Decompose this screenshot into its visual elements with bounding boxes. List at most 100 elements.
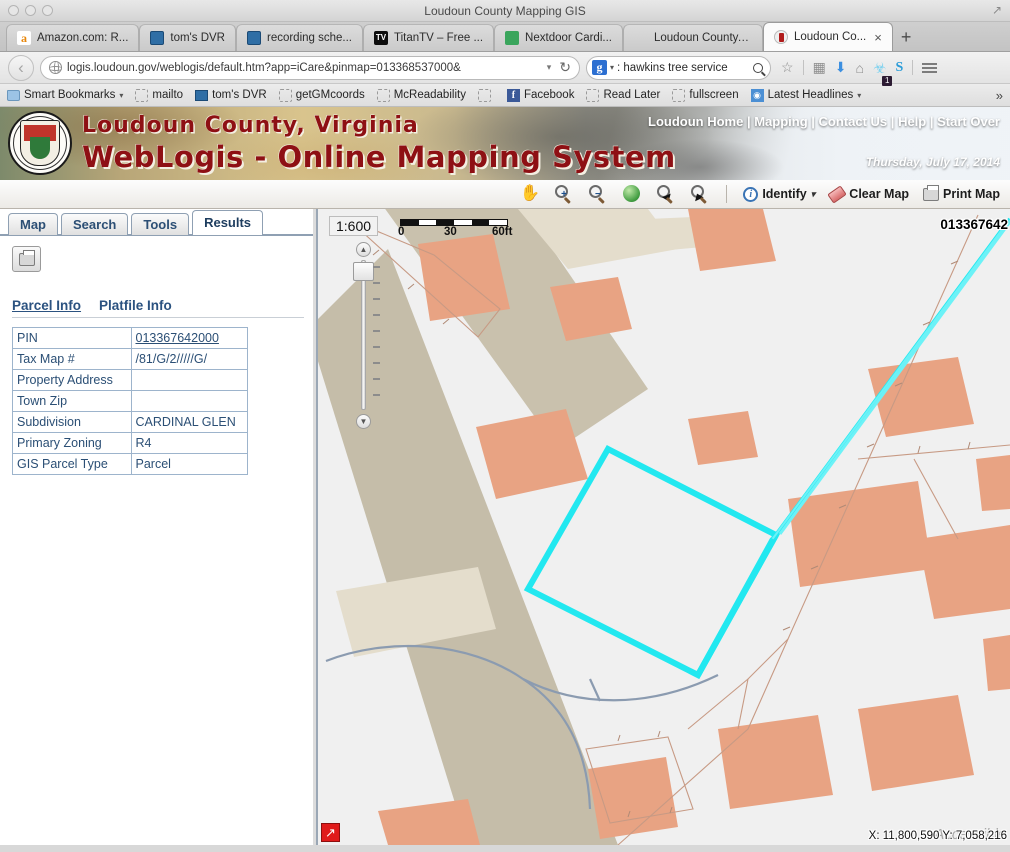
sidebar-print-button[interactable] (12, 246, 41, 272)
skype-icon[interactable]: S (895, 60, 903, 76)
window-zoom-button[interactable] (42, 5, 53, 16)
bookmark-facebook[interactable]: f Facebook (507, 89, 575, 102)
link-start-over[interactable]: Start Over (937, 114, 1000, 129)
home-icon[interactable]: ⌂ (856, 60, 864, 76)
bookmark-unnamed[interactable] (478, 89, 495, 102)
chevron-down-icon[interactable]: ▾ (811, 189, 816, 200)
slider-down-icon[interactable]: ▼ (356, 414, 371, 429)
sub-tab-parcel-info[interactable]: Parcel Info (12, 298, 81, 313)
bookmark-read-later[interactable]: Read Later (586, 89, 660, 102)
tab-map[interactable]: Map (8, 213, 58, 235)
search-input[interactable]: : hawkins tree service (617, 62, 750, 74)
chevron-down-icon[interactable]: ▾ (119, 91, 123, 100)
banner-title-line1: Loudoun County, Virginia (82, 113, 676, 138)
link-separator: | (747, 114, 751, 129)
download-arrow-icon[interactable]: ⬇ (835, 59, 847, 76)
blank-favicon (377, 89, 390, 102)
bookmark-smart-bookmarks[interactable]: Smart Bookmarks ▾ (7, 89, 123, 101)
sidebar-scrollbar[interactable] (313, 209, 316, 845)
window-controls[interactable] (8, 5, 53, 16)
browser-tab-4[interactable]: Nextdoor Cardi... (494, 24, 623, 51)
browser-tab-6-active[interactable]: Loudoun Co... × (763, 22, 893, 51)
link-mapping[interactable]: Mapping (754, 114, 807, 129)
map-canvas[interactable]: 1:600 0 30 60ft ▲ ▼ 013 (318, 209, 1010, 845)
google-search-icon[interactable]: g (592, 60, 607, 75)
browser-tab-0[interactable]: a Amazon.com: R... (6, 24, 139, 51)
tab-tools[interactable]: Tools (131, 213, 189, 235)
browser-tab-3[interactable]: TV TitanTV – Free ... (363, 24, 494, 51)
link-contact-us[interactable]: Contact Us (819, 114, 888, 129)
slider-thumb-icon[interactable] (353, 262, 374, 281)
bookmark-label: Smart Bookmarks (24, 89, 115, 101)
chevron-down-icon[interactable]: ▾ (547, 62, 552, 73)
zoom-previous-icon[interactable]: ◀ (656, 184, 676, 204)
browser-tab-2[interactable]: recording sche... (236, 24, 363, 51)
zoom-slider-ticks (373, 266, 380, 410)
reader-list-icon[interactable]: ▦ (813, 59, 826, 76)
map-zoom-slider[interactable]: ▲ ▼ (345, 242, 385, 432)
browser-tab-5[interactable]: Loudoun County, Vi... (623, 24, 763, 51)
zoom-next-icon[interactable]: ▶ (690, 184, 710, 204)
bookmark-star-icon[interactable]: ☆ (781, 59, 794, 76)
blank-favicon (586, 89, 599, 102)
browser-tab-1[interactable]: tom's DVR (139, 24, 236, 51)
bookmark-fullscreen[interactable]: fullscreen (672, 89, 738, 102)
print-map-button[interactable]: Print Map (923, 187, 1000, 201)
clear-map-button[interactable]: Clear Map (829, 187, 909, 201)
monitor-favicon (150, 31, 164, 45)
sub-tab-platfile-info[interactable]: Platfile Info (99, 298, 172, 313)
table-row: Property Address (13, 370, 248, 391)
tab-search[interactable]: Search (61, 213, 128, 235)
search-icon[interactable] (753, 63, 763, 73)
scalebar-bar (400, 219, 508, 226)
resize-corner-icon[interactable]: ↗ (992, 4, 1005, 17)
banner-date: Thursday, July 17, 2014 (866, 155, 1000, 169)
facebook-favicon: f (507, 89, 520, 102)
row-key: Town Zip (13, 391, 132, 412)
chevron-down-icon[interactable]: ▾ (857, 91, 861, 100)
row-key: Tax Map # (13, 349, 132, 370)
new-tab-button[interactable]: + (901, 27, 912, 48)
search-bar[interactable]: g ▾ : hawkins tree service (586, 56, 771, 80)
bookmark-toms-dvr[interactable]: tom's DVR (195, 89, 267, 101)
bookmark-getgmcoords[interactable]: getGMcoords (279, 89, 365, 102)
row-key: Primary Zoning (13, 433, 132, 454)
identify-button[interactable]: i Identify ▾ (743, 187, 815, 202)
bookmark-mailto[interactable]: mailto (135, 89, 183, 102)
slider-up-icon[interactable]: ▲ (356, 242, 371, 257)
window-minimize-button[interactable] (25, 5, 36, 16)
row-value: Parcel (131, 454, 248, 475)
building (688, 209, 776, 271)
gis-toolbar: ✋ + − ◀ ▶ i Identify ▾ Clear Map Print M… (0, 180, 1010, 209)
browser-navbar: ‹ logis.loudoun.gov/weblogis/default.htm… (0, 52, 1010, 84)
tab-close-icon[interactable]: × (874, 30, 882, 45)
url-bar[interactable]: logis.loudoun.gov/weblogis/default.htm?a… (40, 56, 580, 80)
tab-results[interactable]: Results (192, 210, 263, 235)
reload-icon[interactable]: ↻ (559, 59, 571, 76)
nextdoor-favicon (505, 31, 519, 45)
ghostery-icon[interactable]: ☣ 1 (873, 59, 886, 77)
link-help[interactable]: Help (898, 114, 926, 129)
bookmarks-overflow-button[interactable]: » (996, 88, 1003, 103)
browser-tab-label: Amazon.com: R... (37, 32, 128, 44)
blank-favicon (279, 89, 292, 102)
overview-expand-icon[interactable]: ↗ (321, 823, 340, 842)
zoom-out-icon[interactable]: − (588, 184, 608, 204)
banner-title: Loudoun County, Virginia WebLogis - Onli… (82, 113, 676, 174)
window-close-button[interactable] (8, 5, 19, 16)
bookmark-mcreadability[interactable]: McReadability (377, 89, 466, 102)
back-button[interactable]: ‹ (8, 55, 34, 81)
menu-hamburger-icon[interactable] (922, 63, 937, 73)
link-loudoun-home[interactable]: Loudoun Home (648, 114, 743, 129)
zoom-slider-track[interactable] (361, 260, 366, 410)
chevron-down-icon[interactable]: ▾ (610, 63, 614, 72)
row-value[interactable]: 013367642000 (131, 328, 248, 349)
bookmark-label: Read Later (603, 89, 660, 101)
pan-hand-icon[interactable]: ✋ (520, 184, 540, 204)
blank-favicon (672, 89, 685, 102)
zoom-in-icon[interactable]: + (554, 184, 574, 204)
globe-full-extent-icon[interactable] (622, 184, 642, 204)
building (788, 481, 932, 587)
bookmark-latest-headlines[interactable]: ◉ Latest Headlines ▾ (751, 89, 862, 102)
url-input[interactable]: logis.loudoun.gov/weblogis/default.htm?a… (67, 62, 542, 74)
